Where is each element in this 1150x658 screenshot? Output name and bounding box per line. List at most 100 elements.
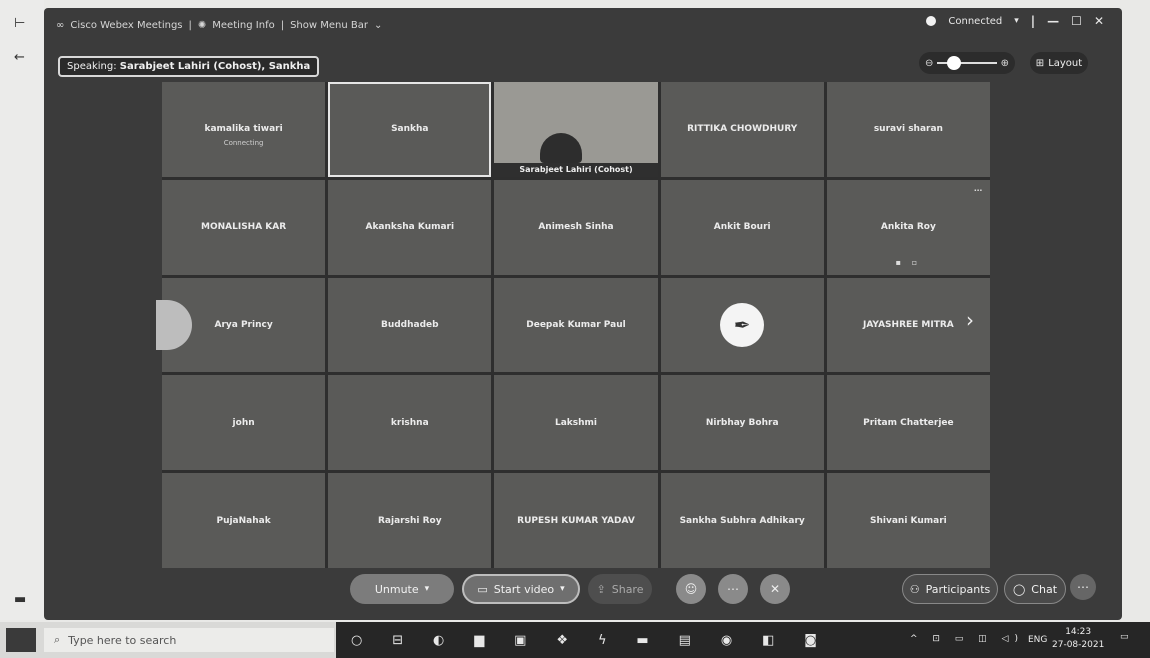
participant-name: Sarabjeet Lahiri (Cohost) bbox=[494, 162, 658, 177]
participant-tile[interactable]: Animesh Sinha bbox=[494, 179, 658, 275]
participant-tile[interactable]: Lakshmi bbox=[494, 375, 658, 471]
participant-tile[interactable]: Shivani Kumari bbox=[826, 473, 990, 568]
participant-name: Shivani Kumari bbox=[870, 515, 947, 526]
meeting-info-button[interactable]: Meeting Info bbox=[212, 20, 274, 31]
participant-tile[interactable]: Nirbhay Bohra bbox=[660, 375, 824, 471]
participants-button[interactable]: ⚇ Participants bbox=[902, 574, 998, 604]
participant-name: RUPESH KUMAR YADAV bbox=[517, 515, 635, 526]
left-rail: ⊢ ← ▬ bbox=[0, 0, 44, 620]
search-icon: ⌕ bbox=[54, 633, 61, 646]
clock[interactable]: 14:23 27-08-2021 bbox=[1052, 626, 1104, 652]
participant-tile[interactable]: john bbox=[162, 375, 326, 471]
next-page-arrow-icon[interactable]: › bbox=[956, 306, 984, 334]
participant-name: Buddhadeb bbox=[380, 319, 439, 330]
dropbox-icon[interactable]: ❖ bbox=[556, 633, 568, 648]
participant-name: Sankha bbox=[391, 124, 429, 135]
participant-tile[interactable]: Ankit Bouri bbox=[660, 179, 824, 275]
participant-status: Connecting bbox=[223, 138, 264, 147]
panel-more-button[interactable]: ⋯ bbox=[1070, 574, 1096, 600]
participant-tile[interactable]: ✒ bbox=[660, 277, 824, 373]
participants-label: Participants bbox=[925, 582, 991, 596]
window-controls: Connected ▾ | — ☐ ✕ bbox=[926, 14, 1104, 28]
more-options-button[interactable]: ⋯ bbox=[718, 574, 748, 604]
participant-name: JAYASHREE MITRA bbox=[862, 319, 954, 330]
participant-tile[interactable]: Arya Princy bbox=[156, 277, 326, 373]
participant-tile[interactable]: krishna bbox=[328, 375, 492, 471]
participant-tile[interactable]: Buddhadeb bbox=[328, 277, 492, 373]
start-button[interactable] bbox=[6, 628, 36, 652]
back-arrow-icon[interactable]: ← bbox=[14, 50, 25, 65]
more-options-icon[interactable]: ⋯ bbox=[974, 186, 982, 195]
close-button[interactable]: ✕ bbox=[1094, 14, 1104, 28]
status-dot-icon bbox=[926, 16, 937, 26]
unmute-button[interactable]: Unmute ▾ bbox=[350, 574, 454, 604]
language-indicator[interactable]: ENG bbox=[1028, 635, 1047, 645]
chevron-down-icon[interactable]: ▾ bbox=[425, 584, 430, 594]
participant-tile[interactable]: Sankha Subhra Adhikary bbox=[660, 473, 824, 568]
cortana-icon[interactable]: ○ bbox=[351, 633, 362, 648]
participant-tile[interactable]: Rajarshi Roy bbox=[328, 473, 492, 568]
chrome-icon[interactable]: ◉ bbox=[721, 633, 732, 648]
zoom-out-icon[interactable]: ⊖ bbox=[925, 58, 933, 69]
speaking-names: Sarabjeet Lahiri (Cohost), Sankha bbox=[119, 61, 311, 72]
clock-date: 27-08-2021 bbox=[1052, 640, 1105, 650]
share-label: Share bbox=[611, 582, 644, 596]
store-icon[interactable]: ▣ bbox=[514, 633, 526, 648]
start-video-label: Start video bbox=[493, 582, 555, 596]
participant-tile[interactable]: PujaNahak bbox=[162, 473, 326, 568]
reactions-button[interactable]: ☺ bbox=[676, 574, 706, 604]
participant-name: Ankit Bouri bbox=[713, 222, 771, 233]
participant-tile[interactable]: ⋯ Ankita Roy ▪ ▫ bbox=[826, 179, 990, 275]
participant-name: krishna bbox=[390, 417, 429, 428]
participant-name: suravi sharan bbox=[873, 124, 943, 135]
participant-tile[interactable]: RITTIKA CHOWDHURY bbox=[660, 82, 824, 177]
taskbar-search[interactable]: ⌕ Type here to search bbox=[44, 628, 334, 652]
zoom-in-icon[interactable]: ⊕ bbox=[1001, 58, 1009, 69]
app-icon[interactable]: ◧ bbox=[762, 633, 774, 648]
participant-tile[interactable]: suravi sharan bbox=[826, 82, 990, 177]
participant-tile[interactable]: RUPESH KUMAR YADAV bbox=[494, 473, 658, 568]
participant-tile[interactable]: MONALISHA KAR bbox=[162, 179, 326, 275]
file-explorer-icon[interactable]: ▆ bbox=[474, 633, 484, 648]
webex-taskbar-icon[interactable]: ◙ bbox=[804, 633, 817, 648]
search-placeholder: Type here to search bbox=[68, 633, 177, 647]
participant-name: PujaNahak bbox=[216, 515, 271, 526]
share-button[interactable]: ⇪ Share bbox=[588, 574, 652, 604]
participant-tile[interactable]: Deepak Kumar Paul bbox=[494, 277, 658, 373]
webex-window: ∞ Cisco Webex Meetings | ✺ Meeting Info … bbox=[44, 8, 1122, 620]
participant-tile-video[interactable]: Sarabjeet Lahiri (Cohost) bbox=[494, 82, 658, 177]
zoom-track[interactable] bbox=[937, 56, 997, 70]
meeting-controls: Unmute ▾ ▭ Start video ▾ ⇪ Share ☺ ⋯ ✕ ⚇… bbox=[44, 574, 1122, 614]
participant-tile-active[interactable]: Sankha bbox=[328, 82, 492, 177]
zoom-slider[interactable]: ⊖ ⊕ bbox=[919, 52, 1015, 74]
layout-button[interactable]: ⊞ Layout bbox=[1030, 52, 1088, 74]
app-icon[interactable]: ▤ bbox=[679, 633, 691, 648]
edge-icon[interactable]: ◐ bbox=[433, 633, 444, 648]
chat-button[interactable]: ◯ Chat bbox=[1004, 574, 1066, 604]
taskbar-apps: ○ ⊟ ◐ ▆ ▣ ❖ ϟ ▬ ▤ ◉ ◧ ◙ bbox=[336, 622, 832, 658]
maximize-button[interactable]: ☐ bbox=[1071, 14, 1082, 28]
participant-tile[interactable]: Akanksha Kumari bbox=[328, 179, 492, 275]
mic-icon: ▪ ▫ bbox=[895, 257, 922, 267]
notification-icon[interactable]: ▭ bbox=[1120, 632, 1129, 642]
participant-name: Deepak Kumar Paul bbox=[526, 319, 626, 330]
participant-tile[interactable]: kamalika tiwari Connecting bbox=[162, 82, 326, 177]
mail-icon[interactable]: ▬ bbox=[636, 633, 648, 648]
zoom-knob[interactable] bbox=[947, 56, 962, 70]
tray-icons[interactable]: ^ ⊡ ▭ ◫ ◁) bbox=[910, 634, 1024, 644]
connection-status[interactable]: Connected bbox=[948, 16, 1002, 27]
chevron-down-icon: ⌄ bbox=[373, 20, 383, 31]
app-icon[interactable]: ϟ bbox=[598, 633, 607, 648]
chevron-down-icon[interactable]: ▾ bbox=[560, 584, 565, 594]
title-bar: ∞ Cisco Webex Meetings | ✺ Meeting Info … bbox=[44, 8, 1122, 44]
layout-label: Layout bbox=[1048, 57, 1083, 69]
leave-meeting-button[interactable]: ✕ bbox=[760, 574, 790, 604]
start-video-button[interactable]: ▭ Start video ▾ bbox=[462, 574, 580, 604]
show-menu-bar-button[interactable]: Show Menu Bar bbox=[290, 20, 368, 31]
participant-tile[interactable]: Pritam Chatterjee bbox=[826, 375, 990, 471]
task-view-icon[interactable]: ⊟ bbox=[392, 633, 403, 648]
participant-name: MONALISHA KAR bbox=[201, 222, 287, 233]
minimize-button[interactable]: — bbox=[1047, 14, 1059, 28]
keyboard-icon: ▬ bbox=[14, 592, 27, 607]
person-icon: ⚇ bbox=[909, 582, 920, 596]
